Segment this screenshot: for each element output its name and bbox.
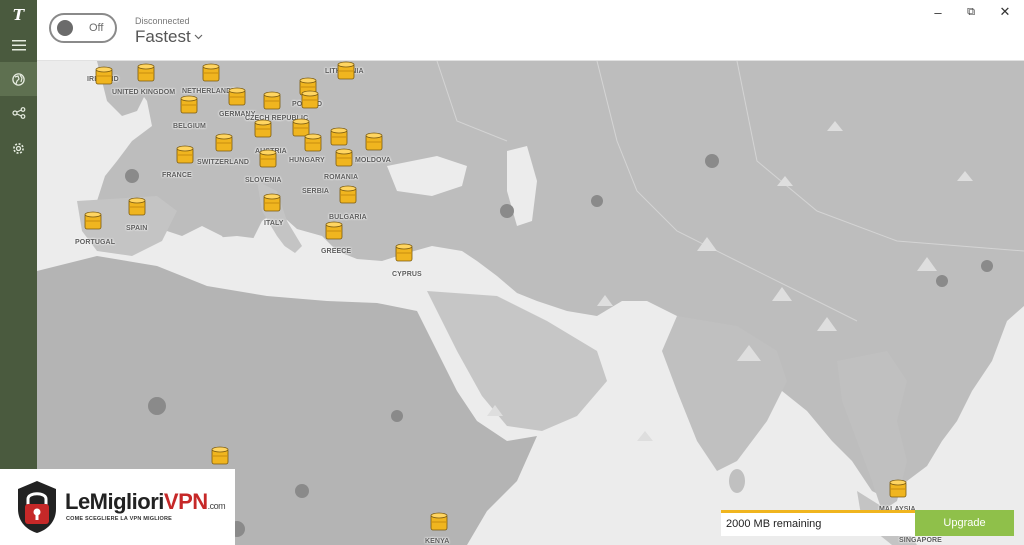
country-label: GREECE	[321, 248, 352, 255]
server-barrel-icon[interactable]	[395, 243, 413, 263]
share-button[interactable]	[0, 96, 37, 130]
map-tab[interactable]	[0, 62, 37, 96]
connection-status: Disconnected	[135, 16, 190, 26]
server-barrel-icon[interactable]	[95, 66, 113, 86]
chevron-down-icon	[194, 34, 203, 40]
country-label: UNITED KINGDOM	[112, 89, 176, 96]
brand-name: LeMiglioriVPN.com	[65, 489, 226, 515]
country-label: KENYA	[425, 538, 450, 545]
padlock-logo-icon	[18, 481, 56, 533]
country-label: ITALY	[264, 220, 284, 227]
server-barrel-icon[interactable]	[330, 127, 348, 147]
brand-tagline: COME SCEGLIERE LA VPN MIGLIORE	[66, 516, 173, 522]
sidebar: T	[0, 0, 37, 545]
server-barrel-icon[interactable]	[211, 446, 229, 466]
minimize-icon: –	[934, 4, 942, 20]
upgrade-button[interactable]: Upgrade	[915, 510, 1014, 536]
server-barrel-icon[interactable]	[259, 149, 277, 169]
server-barrel-icon[interactable]	[180, 95, 198, 115]
brand-accent: VPN	[163, 489, 208, 514]
vpn-toggle[interactable]: Off	[49, 13, 117, 43]
globe-icon	[12, 72, 25, 86]
server-barrel-icon[interactable]	[176, 145, 194, 165]
server-barrel-icon[interactable]	[137, 63, 155, 83]
country-label: SWITZERLAND	[197, 159, 250, 166]
header: Off Disconnected Fastest – ⧉ ✕	[37, 0, 1024, 61]
server-barrel-icon[interactable]	[325, 221, 343, 241]
close-icon: ✕	[999, 4, 1011, 19]
server-barrel-icon[interactable]	[339, 185, 357, 205]
server-barrel-icon[interactable]	[304, 133, 322, 153]
toggle-label: Off	[89, 22, 104, 34]
minimize-button[interactable]: –	[927, 4, 949, 20]
server-barrel-icon[interactable]	[228, 87, 246, 107]
country-label: HUNGARY	[289, 157, 325, 164]
server-barrel-icon[interactable]	[301, 90, 319, 110]
country-label: FRANCE	[162, 172, 192, 179]
server-barrel-icon[interactable]	[365, 132, 383, 152]
server-barrel-icon[interactable]	[335, 148, 353, 168]
share-icon	[11, 107, 25, 119]
server-barrel-icon[interactable]	[263, 193, 281, 213]
watermark-logo: LeMiglioriVPN.com COME SCEGLIERE LA VPN …	[0, 469, 235, 545]
data-remaining-bar: 2000 MB remaining	[721, 510, 915, 536]
server-barrel-icon[interactable]	[337, 61, 355, 81]
server-barrel-icon[interactable]	[202, 63, 220, 83]
country-label: BULGARIA	[329, 214, 367, 221]
country-label: SERBIA	[302, 188, 330, 195]
country-label: PORTUGAL	[75, 239, 116, 246]
country-label: ROMANIA	[324, 174, 359, 181]
country-label: SPAIN	[126, 225, 148, 232]
restore-icon: ⧉	[967, 5, 975, 18]
location-selector[interactable]: Fastest	[135, 27, 203, 47]
server-barrel-icon[interactable]	[430, 512, 448, 532]
hamburger-icon	[11, 39, 26, 50]
server-barrel-icon[interactable]	[263, 91, 281, 111]
app-logo-icon: T	[12, 6, 25, 24]
data-remaining-label: 2000 MB remaining	[726, 518, 822, 530]
country-label: SLOVENIA	[245, 177, 282, 184]
restore-button[interactable]: ⧉	[960, 4, 982, 20]
brand-main: LeMigliori	[65, 489, 164, 514]
settings-button[interactable]	[0, 131, 37, 165]
server-barrel-icon[interactable]	[128, 197, 146, 217]
location-label: Fastest	[135, 27, 191, 46]
server-barrel-icon[interactable]	[254, 119, 272, 139]
server-barrel-icon[interactable]	[215, 133, 233, 153]
close-button[interactable]: ✕	[994, 4, 1016, 20]
brand-suffix: .com	[207, 501, 226, 511]
gear-icon	[13, 142, 24, 154]
server-barrel-icon[interactable]	[84, 211, 102, 231]
menu-button[interactable]	[0, 28, 37, 62]
country-label: SINGAPORE	[899, 537, 942, 544]
country-label: BELGIUM	[173, 123, 206, 130]
server-barrel-icon[interactable]	[889, 479, 907, 499]
country-label: MOLDOVA	[355, 157, 391, 164]
toggle-knob	[57, 20, 73, 36]
country-label: CYPRUS	[392, 271, 422, 278]
